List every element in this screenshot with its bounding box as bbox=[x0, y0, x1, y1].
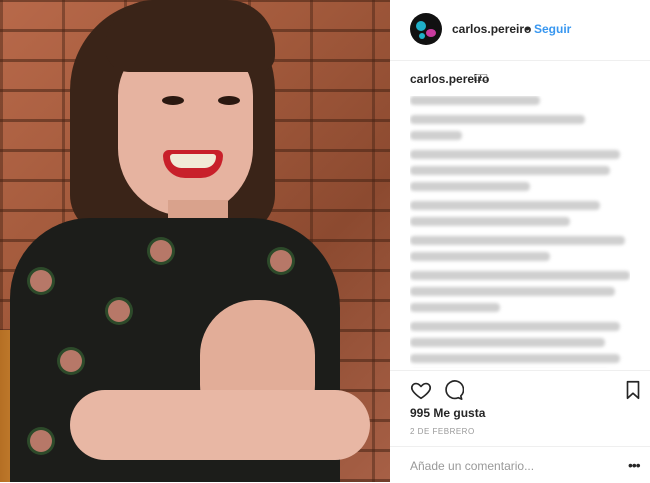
instagram-post: carlos.pereiro • Seguir carlos.pereiro □… bbox=[0, 0, 650, 482]
avatar-art bbox=[416, 21, 426, 31]
crossed-arms bbox=[70, 390, 370, 460]
dress-flower bbox=[60, 350, 82, 372]
blurred-comment bbox=[410, 322, 620, 331]
username-link[interactable]: carlos.pereiro bbox=[452, 22, 531, 36]
blurred-comment bbox=[410, 131, 462, 140]
post-actions bbox=[390, 370, 650, 407]
post-header: carlos.pereiro • Seguir bbox=[390, 0, 650, 61]
dress-flower bbox=[108, 300, 130, 322]
avatar-art bbox=[419, 33, 425, 39]
add-comment-bar: ••• bbox=[390, 446, 650, 483]
blurred-comment bbox=[410, 182, 530, 191]
comments-list[interactable] bbox=[410, 96, 630, 368]
right-eye bbox=[218, 96, 240, 105]
blurred-comment bbox=[410, 217, 570, 226]
blurred-comment bbox=[410, 287, 615, 296]
blurred-comment bbox=[410, 354, 620, 363]
avatar[interactable] bbox=[410, 13, 442, 45]
blurred-comment bbox=[410, 115, 585, 124]
post-side-panel: carlos.pereiro • Seguir carlos.pereiro □… bbox=[390, 0, 650, 482]
left-eye bbox=[162, 96, 184, 105]
follow-button[interactable]: Seguir bbox=[534, 22, 571, 36]
blurred-comment bbox=[410, 338, 605, 347]
comment-input[interactable] bbox=[410, 457, 610, 475]
avatar-art bbox=[426, 29, 436, 37]
comment-icon[interactable] bbox=[442, 379, 464, 401]
blurred-comment bbox=[410, 252, 550, 261]
dress-flower bbox=[30, 430, 52, 452]
blurred-comment bbox=[410, 150, 620, 159]
dress-flower bbox=[30, 270, 52, 292]
blurred-comment bbox=[410, 236, 625, 245]
post-date[interactable]: 2 de febrero bbox=[410, 427, 475, 436]
dress-flower bbox=[150, 240, 172, 262]
separator-dot: • bbox=[525, 20, 530, 36]
bookmark-icon[interactable] bbox=[622, 379, 644, 401]
hair-bangs bbox=[105, 0, 275, 72]
more-options-button[interactable]: ••• bbox=[628, 457, 641, 473]
heart-icon[interactable] bbox=[410, 379, 432, 401]
blurred-comment bbox=[410, 271, 630, 280]
blurred-comment bbox=[410, 166, 610, 175]
blurred-comment bbox=[410, 303, 500, 312]
blurred-comment bbox=[410, 201, 600, 210]
teeth bbox=[170, 154, 216, 168]
post-photo[interactable] bbox=[0, 0, 390, 482]
likes-count[interactable]: 995 Me gusta bbox=[410, 406, 485, 420]
caption-text: □□ bbox=[474, 72, 488, 84]
dress-flower bbox=[270, 250, 292, 272]
blurred-comment bbox=[410, 96, 540, 105]
